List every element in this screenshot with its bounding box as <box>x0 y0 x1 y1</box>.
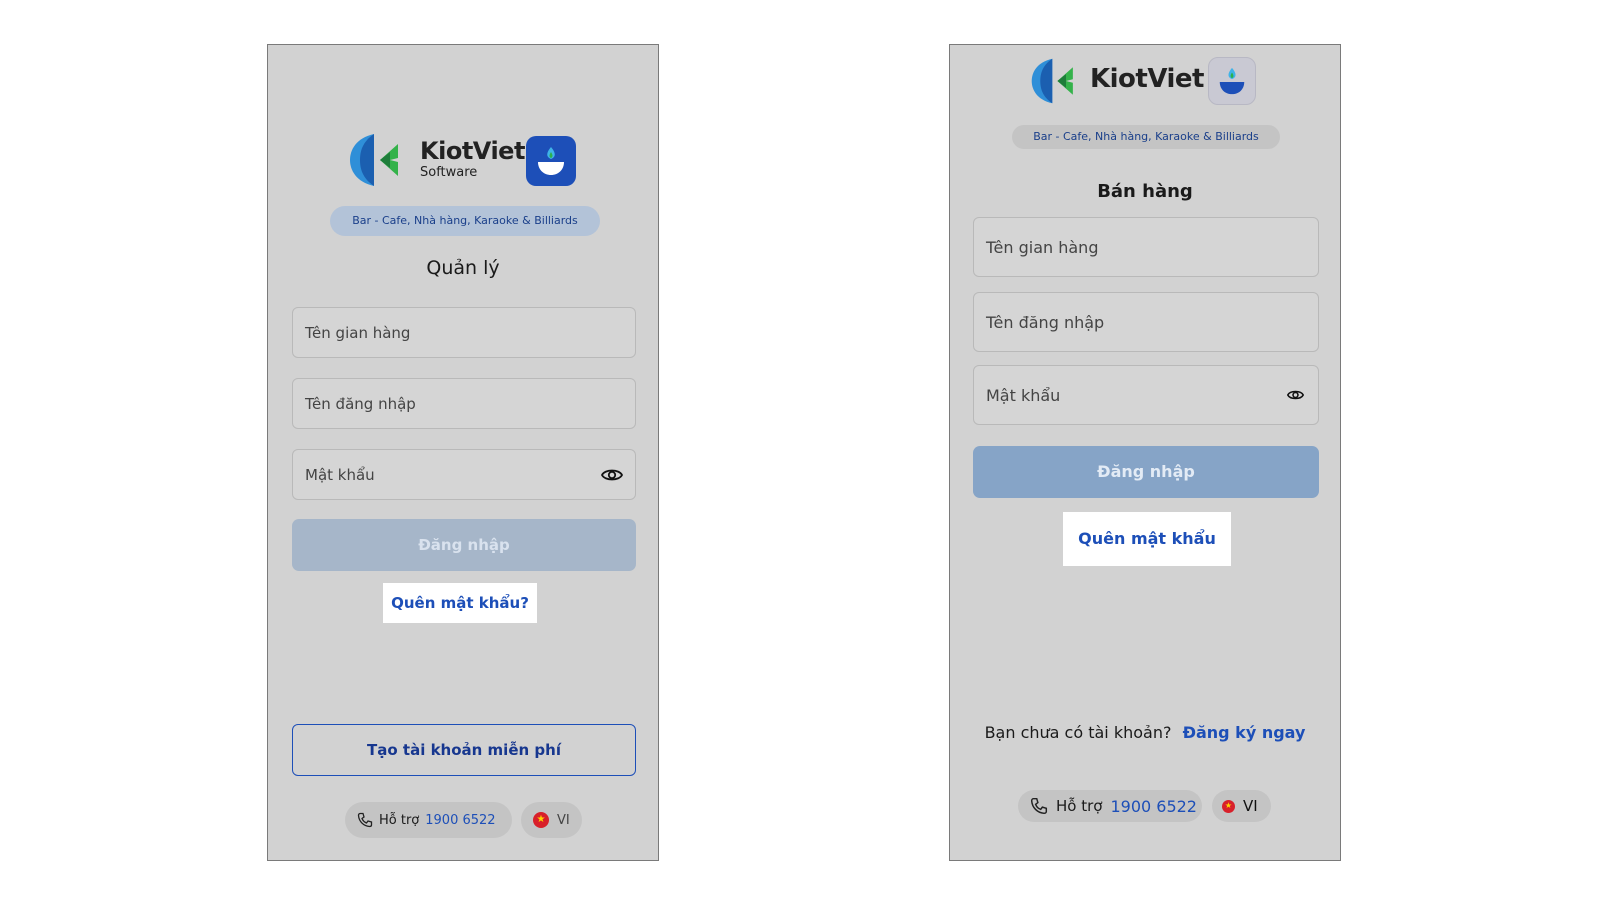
username-placeholder: Tên đăng nhập <box>305 394 416 413</box>
brand-subtitle: Software <box>420 165 478 180</box>
language-chip[interactable]: ★ VI <box>521 802 582 838</box>
username-field[interactable]: Tên đăng nhập <box>973 292 1319 352</box>
login-button[interactable]: Đăng nhập <box>973 446 1319 498</box>
phone-icon <box>357 812 373 828</box>
store-name-placeholder: Tên gian hàng <box>986 237 1099 257</box>
register-row: Bạn chưa có tài khoản? Đăng ký ngay <box>950 723 1340 742</box>
login-screen-sales: KiotViet Bar - Cafe, Nhà hàng, Karaoke &… <box>949 44 1341 861</box>
category-badge: Bar - Cafe, Nhà hàng, Karaoke & Billiard… <box>330 206 600 236</box>
username-placeholder: Tên đăng nhập <box>986 312 1105 332</box>
login-button[interactable]: Đăng nhập <box>292 519 636 571</box>
kiotviet-logo-icon <box>1031 58 1073 104</box>
support-label: Hỗ trợ <box>379 812 420 828</box>
support-phone[interactable]: 1900 6522 <box>425 813 495 828</box>
page-title: Bán hàng <box>1097 181 1193 202</box>
vietnam-flag-icon: ★ <box>1222 799 1235 813</box>
brand-name: KiotViet <box>1090 64 1205 94</box>
support-phone[interactable]: 1900 6522 <box>1110 797 1197 816</box>
eye-icon[interactable] <box>1287 389 1304 402</box>
vietnam-flag-icon: ★ <box>533 812 549 828</box>
kiotviet-logo-icon <box>350 134 398 186</box>
eye-icon[interactable] <box>601 467 623 483</box>
login-screen-manager: KiotViet Software Bar - Cafe, Nhà hàng, … <box>267 44 659 861</box>
store-name-field[interactable]: Tên gian hàng <box>292 307 636 358</box>
brand-name: KiotViet <box>420 137 525 165</box>
language-chip[interactable]: ★ VI <box>1212 790 1271 822</box>
category-badge: Bar - Cafe, Nhà hàng, Karaoke & Billiard… <box>1012 125 1280 149</box>
password-placeholder: Mật khẩu <box>305 465 375 484</box>
support-chip[interactable]: Hỗ trợ 1900 6522 <box>1018 790 1202 822</box>
password-field[interactable]: Mật khẩu <box>973 365 1319 425</box>
fnb-app-icon <box>1208 57 1256 105</box>
password-placeholder: Mật khẩu <box>986 385 1061 405</box>
phone-icon <box>1030 797 1048 815</box>
register-link[interactable]: Đăng ký ngay <box>1183 723 1306 742</box>
forgot-password-link[interactable]: Quên mật khẩu <box>1063 512 1231 566</box>
page-title: Quản lý <box>426 257 500 279</box>
no-account-text: Bạn chưa có tài khoản? <box>984 723 1172 742</box>
password-field[interactable]: Mật khẩu <box>292 449 636 500</box>
fnb-app-icon <box>526 136 576 186</box>
forgot-password-link[interactable]: Quên mật khẩu? <box>383 583 537 623</box>
username-field[interactable]: Tên đăng nhập <box>292 378 636 429</box>
language-label: VI <box>1243 797 1258 815</box>
language-label: VI <box>557 812 570 828</box>
create-account-button[interactable]: Tạo tài khoản miễn phí <box>292 724 636 776</box>
support-label: Hỗ trợ <box>1056 797 1103 815</box>
support-chip[interactable]: Hỗ trợ 1900 6522 <box>345 802 512 838</box>
store-name-field[interactable]: Tên gian hàng <box>973 217 1319 277</box>
store-name-placeholder: Tên gian hàng <box>305 323 411 342</box>
